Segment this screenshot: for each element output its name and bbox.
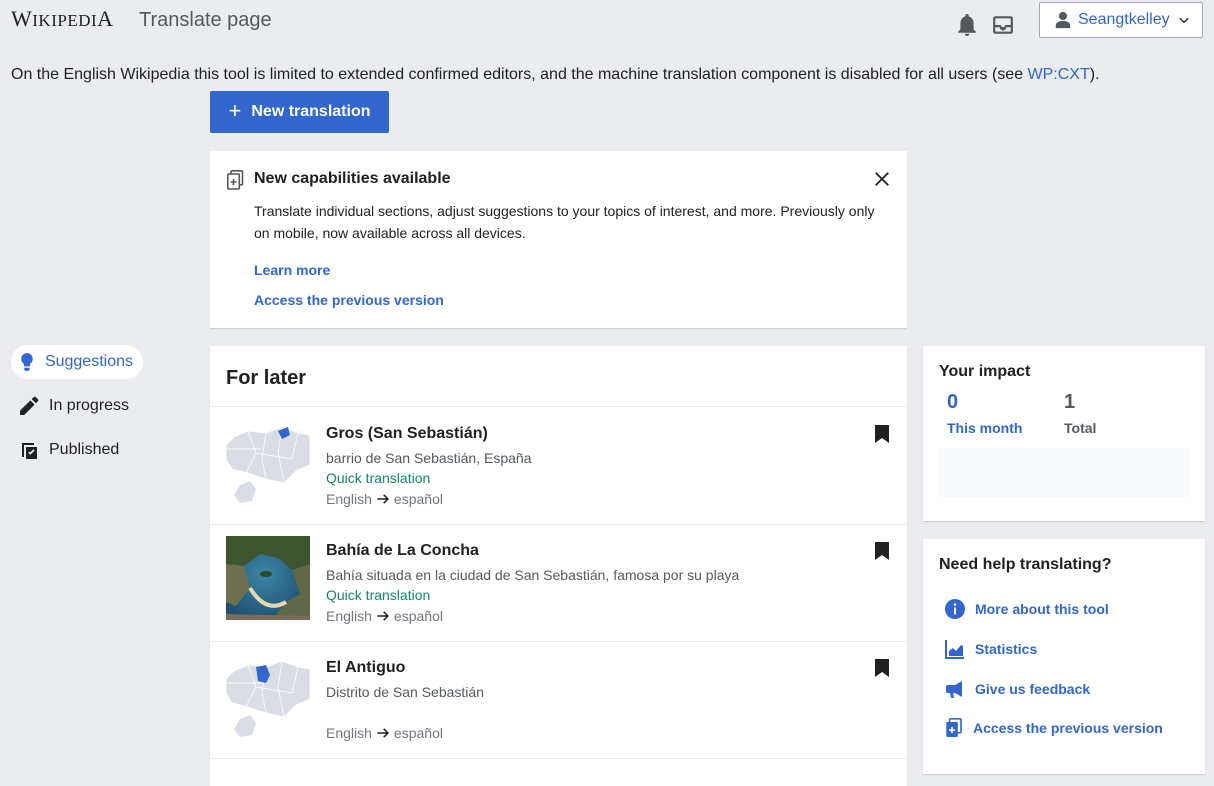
- source-language: English: [326, 491, 372, 507]
- access-previous-version-help-link[interactable]: Access the previous version: [945, 718, 1163, 738]
- access-previous-version-link[interactable]: Access the previous version: [254, 292, 444, 308]
- give-feedback-link[interactable]: Give us feedback: [945, 679, 1090, 699]
- bookmark-icon[interactable]: [874, 659, 890, 677]
- learn-more-link[interactable]: Learn more: [254, 262, 330, 278]
- user-avatar-icon: [1055, 11, 1071, 29]
- item-description: barrio de San Sebastián, España: [326, 450, 532, 466]
- bookmark-icon[interactable]: [874, 425, 890, 443]
- info-icon: [945, 599, 965, 619]
- target-language: español: [393, 608, 443, 624]
- impact-title: Your impact: [939, 363, 1031, 380]
- language-pair: English español: [326, 608, 443, 624]
- quick-translation-tag: Quick translation: [326, 587, 431, 603]
- bookmark-icon[interactable]: [874, 542, 890, 560]
- inbox-icon[interactable]: [992, 14, 1014, 36]
- source-language: English: [326, 608, 372, 624]
- quick-translation-tag: Quick translation: [326, 470, 431, 486]
- help-title: Need help translating?: [939, 556, 1112, 573]
- suggestion-item[interactable]: Gros (San Sebastián) barrio de San Sebas…: [210, 407, 907, 525]
- megaphone-icon: [946, 681, 962, 698]
- nav-suggestions-label: Suggestions: [44, 353, 133, 370]
- bell-icon[interactable]: [956, 14, 978, 36]
- notice-tail: ).: [1089, 66, 1100, 83]
- previous-version-icon: [946, 718, 962, 737]
- new-translation-button[interactable]: + New translation: [210, 91, 389, 133]
- nav-suggestions[interactable]: Suggestions: [11, 345, 143, 379]
- total-count: 1: [1064, 391, 1076, 413]
- impact-panel: Your impact 0 This month 1 Total: [923, 346, 1205, 521]
- banner-description: Translate individual sections, adjust su…: [254, 203, 875, 241]
- pencil-icon: [20, 396, 39, 415]
- map-thumbnail: [226, 419, 310, 503]
- impact-chart-area: [939, 448, 1189, 497]
- nav-published-label: Published: [49, 441, 120, 458]
- source-language: English: [326, 725, 372, 741]
- statistics-label: Statistics: [975, 641, 1038, 657]
- logo-middle: IKIPEDI: [32, 11, 98, 30]
- notice-text: On the English Wikipedia this tool is li…: [11, 66, 1028, 83]
- help-panel: Need help translating? More about this t…: [923, 539, 1205, 774]
- lightbulb-icon: [21, 353, 33, 371]
- logo-last-letter: A: [97, 6, 114, 31]
- arrow-right-icon: [377, 494, 389, 504]
- new-capabilities-banner: New capabilities available Translate ind…: [210, 151, 907, 328]
- item-description: Bahía situada en la ciudad de San Sebast…: [326, 567, 740, 583]
- total-label[interactable]: Total: [1064, 420, 1096, 436]
- item-title[interactable]: El Antiguo: [326, 659, 405, 677]
- more-about-tool-label: More about this tool: [975, 601, 1109, 617]
- wikipedia-logo[interactable]: WIKIPEDIA: [11, 6, 114, 32]
- item-title[interactable]: Gros (San Sebastián): [326, 425, 488, 443]
- suggestion-item[interactable]: El Antiguo Distrito de San Sebastián Eng…: [210, 641, 907, 759]
- page-title: Translate page: [139, 9, 272, 31]
- nav-in-progress-label: In progress: [49, 397, 130, 414]
- close-icon[interactable]: [873, 170, 891, 188]
- give-feedback-label: Give us feedback: [975, 681, 1091, 697]
- map-thumbnail: [226, 653, 310, 737]
- more-about-tool-link[interactable]: More about this tool: [945, 599, 1109, 619]
- chevron-down-icon: [1178, 17, 1189, 24]
- user-menu-button[interactable]: Seangtkelley: [1039, 2, 1203, 38]
- banner-title: New capabilities available: [254, 170, 451, 187]
- statistics-link[interactable]: Statistics: [945, 639, 1037, 659]
- arrow-right-icon: [377, 611, 389, 621]
- this-month-label[interactable]: This month: [947, 420, 1022, 436]
- target-language: español: [393, 491, 443, 507]
- wp-cxt-link[interactable]: WP:CXT: [1028, 66, 1090, 83]
- username: Seangtkelley: [1078, 11, 1170, 28]
- for-later-list: For later Gros (San Sebastián) barrio de…: [210, 346, 907, 786]
- published-check-icon: [22, 443, 37, 459]
- nav-in-progress[interactable]: In progress: [11, 389, 139, 423]
- new-translation-label: New translation: [251, 103, 371, 120]
- suggestion-item[interactable]: Bahía de La Concha Bahía situada en la c…: [210, 524, 907, 642]
- logo-first-letter: W: [11, 6, 33, 31]
- target-language: español: [393, 725, 443, 741]
- arrow-right-icon: [377, 728, 389, 738]
- nav-published[interactable]: Published: [11, 433, 129, 467]
- plus-icon: +: [228, 98, 242, 123]
- section-translation-icon: [227, 170, 244, 190]
- chart-icon: [945, 640, 964, 659]
- item-title[interactable]: Bahía de La Concha: [326, 542, 479, 560]
- restriction-notice: On the English Wikipedia this tool is li…: [11, 66, 1100, 84]
- this-month-count: 0: [947, 391, 959, 413]
- access-previous-version-label: Access the previous version: [973, 720, 1163, 736]
- language-pair: English español: [326, 491, 443, 507]
- for-later-title: For later: [226, 367, 307, 389]
- item-description: Distrito de San Sebastián: [326, 684, 484, 700]
- bay-photo-thumbnail: [226, 536, 310, 620]
- language-pair: English español: [326, 725, 443, 741]
